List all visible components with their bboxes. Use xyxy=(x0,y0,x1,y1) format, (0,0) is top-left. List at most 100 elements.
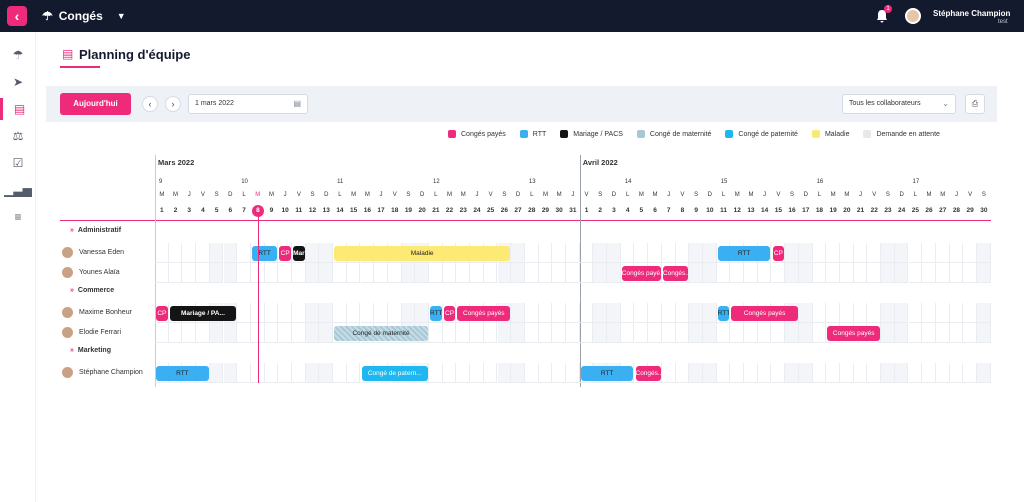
day-cell[interactable] xyxy=(442,323,457,343)
sidebar-item-calendar-check[interactable]: ☑ xyxy=(0,152,36,174)
day-cell[interactable] xyxy=(935,263,950,283)
day-cell[interactable] xyxy=(305,263,320,283)
day-cell[interactable] xyxy=(319,323,334,343)
leave-event[interactable]: RTT xyxy=(430,305,442,321)
day-cell[interactable] xyxy=(648,303,662,323)
day-cell[interactable] xyxy=(798,323,813,343)
day-cell[interactable] xyxy=(524,323,539,343)
leave-event[interactable]: Mar xyxy=(293,245,305,261)
day-cell[interactable] xyxy=(675,303,690,323)
day-cell[interactable] xyxy=(511,263,525,283)
day-cell[interactable] xyxy=(826,243,840,263)
day-cell[interactable] xyxy=(785,363,799,383)
day-cell[interactable] xyxy=(415,263,429,283)
day-cell[interactable] xyxy=(716,323,731,343)
leave-event[interactable]: Congés... xyxy=(635,365,661,381)
day-cell[interactable] xyxy=(757,363,772,383)
employee-name[interactable]: Maxime Bonheur xyxy=(62,307,132,318)
day-cell[interactable] xyxy=(771,363,786,383)
day-cell[interactable] xyxy=(470,263,484,283)
day-cell[interactable] xyxy=(319,243,334,263)
calendar-picker-icon[interactable]: ▤ xyxy=(293,95,301,113)
leave-event[interactable]: RTT xyxy=(717,305,730,321)
sidebar-item-bar-chart[interactable]: ▁▃▅ xyxy=(0,179,36,201)
leave-event[interactable]: RTT xyxy=(251,245,278,261)
day-cell[interactable] xyxy=(429,323,443,343)
today-button[interactable]: Aujourd'hui xyxy=(60,93,131,115)
day-cell[interactable] xyxy=(483,263,498,283)
day-cell[interactable] xyxy=(415,303,429,323)
day-cell[interactable] xyxy=(894,263,909,283)
day-cell[interactable] xyxy=(949,323,964,343)
day-cell[interactable] xyxy=(237,363,251,383)
day-cell[interactable] xyxy=(894,363,909,383)
day-cell[interactable] xyxy=(168,243,183,263)
app-switcher[interactable]: ☂ Congés ▼ xyxy=(42,0,126,32)
day-cell[interactable] xyxy=(278,363,292,383)
day-cell[interactable] xyxy=(675,243,690,263)
employee-name[interactable]: Stéphane Champion xyxy=(62,367,143,378)
day-cell[interactable] xyxy=(360,303,375,323)
day-cell[interactable] xyxy=(223,263,238,283)
day-cell[interactable] xyxy=(675,363,690,383)
day-cell[interactable] xyxy=(401,303,416,323)
day-cell[interactable] xyxy=(935,323,950,343)
leave-event[interactable]: RTT xyxy=(717,245,771,261)
day-cell[interactable] xyxy=(182,263,197,283)
day-cell[interactable] xyxy=(566,323,580,343)
day-cell[interactable] xyxy=(949,363,964,383)
day-cell[interactable] xyxy=(977,243,991,263)
day-cell[interactable] xyxy=(963,243,977,263)
day-cell[interactable] xyxy=(689,363,703,383)
day-cell[interactable] xyxy=(812,363,827,383)
day-cell[interactable] xyxy=(908,303,923,323)
day-cell[interactable] xyxy=(483,363,498,383)
day-cell[interactable] xyxy=(853,303,868,323)
day-cell[interactable] xyxy=(922,263,936,283)
day-cell[interactable] xyxy=(524,243,539,263)
day-cell[interactable] xyxy=(305,303,320,323)
day-cell[interactable] xyxy=(703,303,717,323)
day-cell[interactable] xyxy=(237,303,251,323)
day-cell[interactable] xyxy=(730,323,745,343)
day-cell[interactable] xyxy=(730,263,745,283)
day-cell[interactable] xyxy=(826,263,840,283)
day-cell[interactable] xyxy=(840,303,854,323)
day-cell[interactable] xyxy=(579,303,594,323)
day-cell[interactable] xyxy=(826,303,840,323)
day-cell[interactable] xyxy=(703,363,717,383)
day-cell[interactable] xyxy=(237,243,251,263)
day-cell[interactable] xyxy=(524,363,539,383)
sidebar-item-settings-sliders[interactable]: ≡ xyxy=(0,206,36,228)
day-cell[interactable] xyxy=(840,363,854,383)
day-cell[interactable] xyxy=(223,323,238,343)
day-cell[interactable] xyxy=(908,323,923,343)
day-cell[interactable] xyxy=(429,363,443,383)
day-cell[interactable] xyxy=(168,263,183,283)
day-cell[interactable] xyxy=(812,263,827,283)
day-cell[interactable] xyxy=(935,243,950,263)
day-cell[interactable] xyxy=(593,263,608,283)
day-cell[interactable] xyxy=(867,263,882,283)
day-cell[interactable] xyxy=(798,363,813,383)
day-cell[interactable] xyxy=(607,323,621,343)
day-cell[interactable] xyxy=(963,263,977,283)
day-cell[interactable] xyxy=(483,323,498,343)
day-cell[interactable] xyxy=(771,263,786,283)
day-cell[interactable] xyxy=(689,303,703,323)
day-cell[interactable] xyxy=(908,263,923,283)
day-cell[interactable] xyxy=(278,263,292,283)
previous-button[interactable]: ‹ xyxy=(142,96,158,112)
leave-event[interactable]: Congés payés xyxy=(827,325,881,341)
day-cell[interactable] xyxy=(278,303,292,323)
day-cell[interactable] xyxy=(867,363,882,383)
user-name[interactable]: Stéphane Champion xyxy=(933,9,1010,18)
sidebar-item-paper-plane[interactable]: ➤ xyxy=(0,71,36,93)
leave-event[interactable]: CP xyxy=(772,245,785,261)
day-cell[interactable] xyxy=(456,363,471,383)
day-cell[interactable] xyxy=(730,363,745,383)
day-cell[interactable] xyxy=(182,323,197,343)
day-cell[interactable] xyxy=(155,263,169,283)
leave-event[interactable]: Congés... xyxy=(662,265,689,281)
day-cell[interactable] xyxy=(346,303,361,323)
